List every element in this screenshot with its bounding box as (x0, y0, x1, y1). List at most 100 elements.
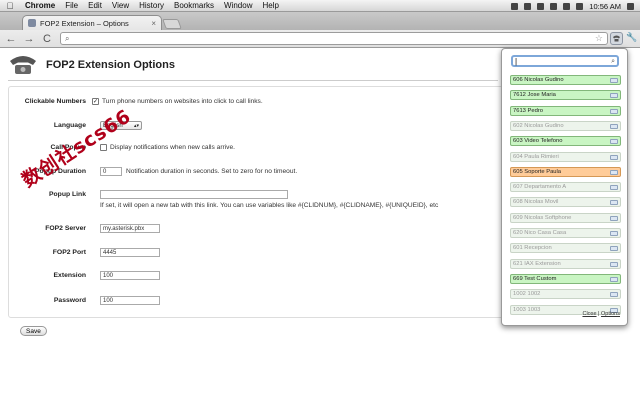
extension-label: 669 Test Custom (513, 275, 557, 282)
popup-search-value: | (515, 57, 518, 66)
status-icon[interactable] (511, 2, 519, 10)
extension-item[interactable]: 603 Video Telefono (510, 136, 621, 147)
wifi-icon[interactable] (550, 2, 558, 10)
status-icon[interactable] (537, 2, 545, 10)
extension-item[interactable]: 669 Test Custom (510, 273, 621, 284)
menu-window[interactable]: Window (219, 1, 257, 10)
extension-label: 603 Video Telefono (513, 138, 563, 145)
password-input[interactable]: 100 (100, 296, 160, 305)
voicemail-icon (610, 215, 618, 221)
popup-duration-text: Notification duration in seconds. Set to… (126, 168, 298, 175)
extension-label: 602 Nicolas Gudino (513, 122, 564, 129)
voicemail-icon (610, 292, 618, 298)
popup-link-row: Popup Link (14, 190, 288, 199)
back-button[interactable]: ← (4, 32, 18, 46)
popup-link-label: Popup Link (48, 191, 86, 198)
extension-item[interactable]: 7612 Jose Maria (510, 90, 621, 101)
extension-label: 604 Paula Rimieri (513, 153, 559, 160)
server-input[interactable]: my.asterisk.pbx (100, 224, 160, 233)
extension-item[interactable]: 620 Nico Casa Casa (510, 228, 621, 238)
extension-item[interactable]: 601 Recepcion (510, 243, 621, 254)
menubar-status-area: 10:56 AM (511, 0, 634, 12)
fop2-extension-button[interactable] (610, 32, 623, 45)
port-input[interactable]: 4445 (100, 248, 160, 257)
clickable-numbers-checkbox[interactable]: ✓ (92, 98, 99, 105)
extension-row: Extension 100 (14, 271, 160, 280)
tab-strip: FOP2 Extension – Options × (0, 12, 640, 30)
password-label: Password (53, 297, 86, 304)
popup-link-input[interactable] (100, 190, 288, 199)
password-row: Password 100 (14, 296, 160, 305)
menu-edit[interactable]: Edit (83, 1, 107, 10)
extension-input[interactable]: 100 (100, 271, 160, 280)
voicemail-icon (610, 108, 618, 114)
new-tab-button[interactable] (162, 19, 182, 29)
page-title: FOP2 Extension Options (46, 59, 175, 71)
voicemail-icon (610, 185, 618, 191)
wrench-menu-icon[interactable]: 🔧 (626, 32, 638, 45)
reload-button[interactable]: C (40, 32, 54, 46)
language-label: Language (53, 122, 86, 129)
menu-bookmarks[interactable]: Bookmarks (169, 1, 219, 10)
options-link[interactable]: Options (601, 311, 620, 317)
extension-item[interactable]: 602 Nicolas Gudino (510, 120, 621, 131)
port-row: FOP2 Port 4445 (14, 248, 160, 257)
extension-popup: | ⌕ 606 Nicolas Gudino 7612 Jose Maria 761… (501, 48, 628, 326)
extension-item[interactable]: 621 IAX Extension (510, 258, 621, 269)
extension-item[interactable]: 606 Nicolas Gudino (510, 75, 621, 85)
apple-menu-icon[interactable]:  (0, 1, 20, 11)
voicemail-icon (610, 231, 618, 236)
phone-icon (613, 35, 620, 42)
menu-chrome[interactable]: Chrome (20, 1, 60, 10)
menu-history[interactable]: History (134, 1, 169, 10)
popup-duration-input[interactable]: 0 (100, 167, 122, 176)
extension-label: Extension (53, 272, 86, 279)
popup-search-input[interactable]: | ⌕ (511, 55, 619, 67)
search-icon: ⌕ (611, 58, 615, 65)
bookmark-star-icon[interactable]: ☆ (595, 33, 603, 44)
menu-help[interactable]: Help (257, 1, 283, 10)
extension-label: 620 Nico Casa Casa (513, 230, 567, 236)
save-button[interactable]: Save (20, 326, 47, 336)
extension-item[interactable]: 608 Nicolas Movil (510, 197, 621, 208)
clock[interactable]: 10:56 AM (589, 2, 621, 11)
divider (8, 80, 498, 81)
popup-link-help-row: If set, it will open a new tab with this… (100, 202, 438, 209)
battery-icon[interactable] (576, 2, 584, 10)
forward-button[interactable]: → (22, 32, 36, 46)
clickable-numbers-label: Clickable Numbers (24, 98, 86, 105)
menu-file[interactable]: File (60, 1, 83, 10)
favicon-icon (28, 19, 36, 27)
status-icon[interactable] (524, 2, 532, 10)
spotlight-icon[interactable] (627, 2, 634, 10)
extension-item[interactable]: 1002 1002 (510, 289, 621, 300)
extension-label: 607 Departamento A (513, 184, 567, 191)
address-bar[interactable]: ⌕ ☆ (60, 32, 608, 45)
extension-item[interactable]: 607 Departamento A (510, 182, 621, 193)
close-tab-icon[interactable]: × (151, 19, 156, 28)
extension-label: 621 IAX Extension (513, 260, 561, 267)
browser-toolbar: ← → C ⌕ ☆ 🔧 (0, 30, 640, 48)
extension-item[interactable]: 604 Paula Rimieri (510, 151, 621, 162)
telephone-logo-icon (10, 56, 36, 74)
page-header: FOP2 Extension Options (8, 54, 175, 76)
extension-item[interactable]: 609 Nicolas Softphone (510, 212, 621, 223)
volume-icon[interactable] (563, 2, 571, 10)
popup-footer-links: Close | Options (582, 311, 620, 317)
extension-label: 1002 1002 (513, 291, 541, 298)
extension-label: 606 Nicolas Gudino (513, 77, 564, 83)
voicemail-icon (610, 169, 618, 175)
voicemail-icon (610, 78, 618, 83)
voicemail-icon (610, 93, 618, 99)
popup-link-help: If set, it will open a new tab with this… (100, 202, 439, 209)
extension-item[interactable]: 7613 Pedro (510, 105, 621, 116)
tab-title: FOP2 Extension – Options (40, 18, 129, 28)
extension-item[interactable]: 605 Soporte Paula (510, 166, 621, 177)
extension-label: 1003 1003 (513, 306, 541, 313)
port-label: FOP2 Port (52, 249, 86, 256)
tab-options[interactable]: FOP2 Extension – Options × (22, 15, 162, 30)
close-link[interactable]: Close (582, 311, 596, 317)
voicemail-icon (610, 139, 618, 145)
menu-view[interactable]: View (107, 1, 134, 10)
extension-label: 7613 Pedro (513, 107, 543, 114)
